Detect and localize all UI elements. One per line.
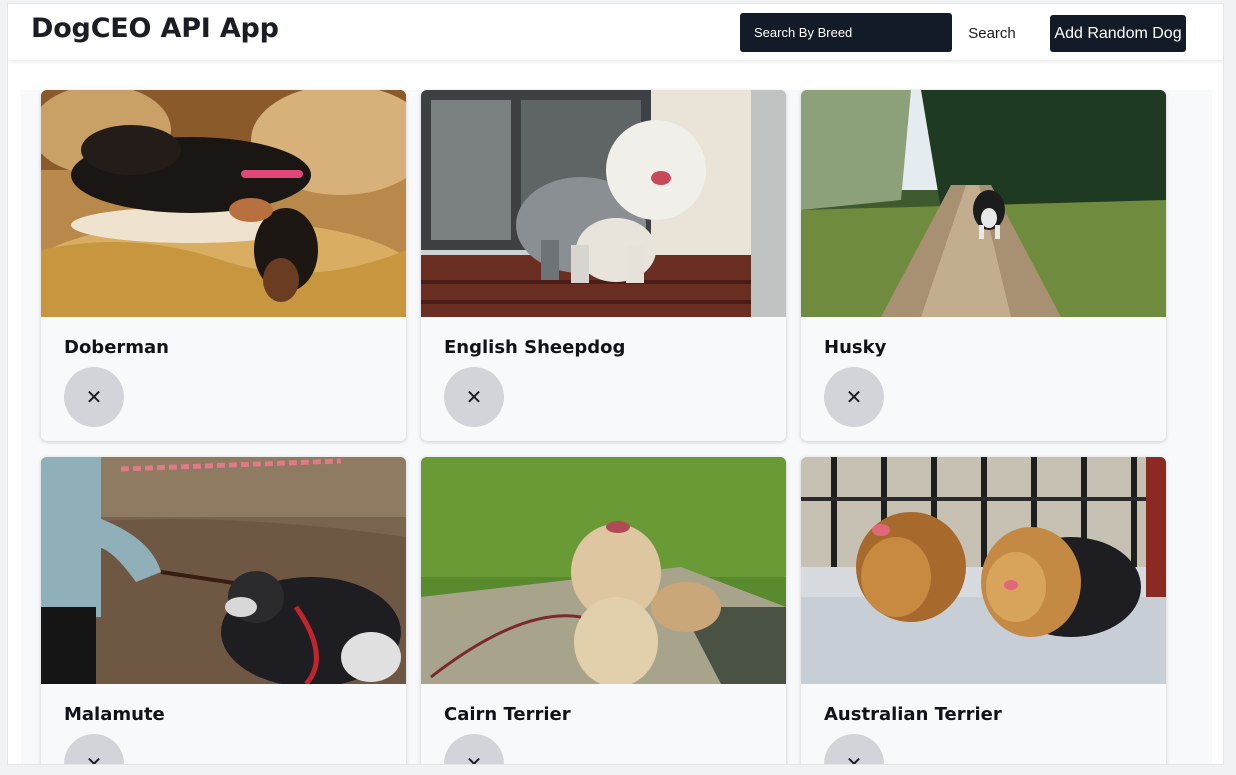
remove-dog-button[interactable]: ✕ (64, 367, 124, 427)
close-icon: ✕ (845, 752, 863, 765)
dog-breed-name: Australian Terrier (824, 704, 1002, 725)
top-navbar: DogCEO API App Search Add Random Dog (8, 4, 1223, 60)
app-window: DogCEO API App Search Add Random Dog (7, 3, 1224, 765)
dog-photo (41, 90, 406, 317)
dog-card: English Sheepdog ✕ (421, 90, 786, 441)
dog-breed-name: Cairn Terrier (444, 704, 571, 725)
close-icon: ✕ (85, 752, 103, 765)
remove-dog-button[interactable]: ✕ (64, 734, 124, 765)
dog-breed-name: English Sheepdog (444, 337, 626, 358)
remove-dog-button[interactable]: ✕ (444, 367, 504, 427)
dog-card: Cairn Terrier ✕ (421, 457, 786, 765)
dog-breed-name: Husky (824, 337, 887, 358)
dog-breed-name: Malamute (64, 704, 165, 725)
close-icon: ✕ (845, 385, 863, 409)
close-icon: ✕ (465, 385, 483, 409)
dog-photo (801, 457, 1166, 684)
breed-search-input[interactable] (740, 13, 952, 52)
dog-card: Malamute ✕ (41, 457, 406, 765)
dog-photo (41, 457, 406, 684)
dog-card: Husky ✕ (801, 90, 1166, 441)
dog-card: Australian Terrier ✕ (801, 457, 1166, 765)
close-icon: ✕ (465, 752, 483, 765)
app-title: DogCEO API App (31, 13, 279, 44)
dog-card: Doberman ✕ (41, 90, 406, 441)
dog-photo (421, 90, 786, 317)
remove-dog-button[interactable]: ✕ (824, 367, 884, 427)
remove-dog-button[interactable]: ✕ (824, 734, 884, 765)
dog-card-grid: Doberman ✕ English Sheepdog ✕ Husky ✕ Ma… (21, 90, 1212, 765)
dog-photo (421, 457, 786, 684)
close-icon: ✕ (85, 385, 103, 409)
remove-dog-button[interactable]: ✕ (444, 734, 504, 765)
search-button[interactable]: Search (960, 19, 1024, 47)
dog-photo (801, 90, 1166, 317)
dog-breed-name: Doberman (64, 337, 169, 358)
add-random-dog-button[interactable]: Add Random Dog (1050, 15, 1186, 52)
